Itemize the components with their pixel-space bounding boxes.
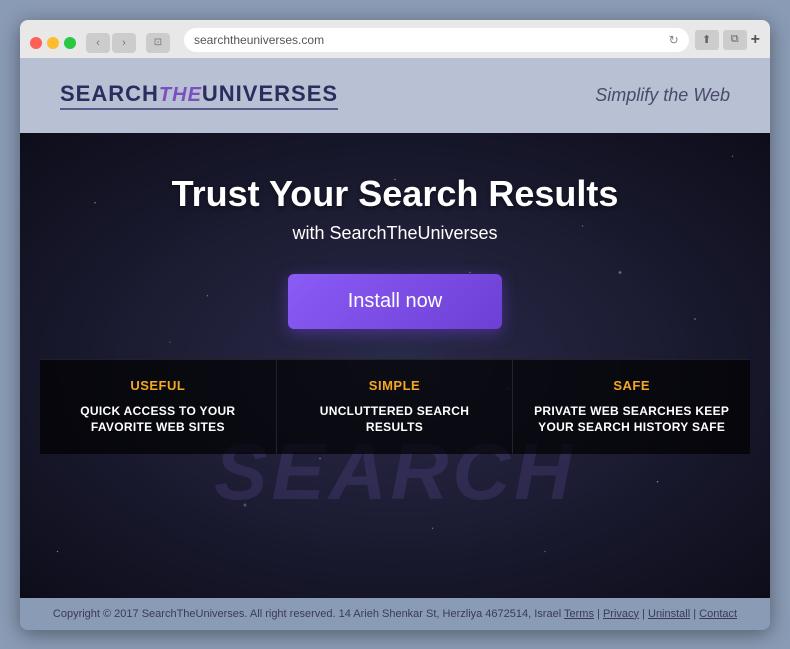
hero-subtitle: with SearchTheUniverses [292, 223, 497, 244]
feature-useful-label: USEFUL [60, 378, 256, 393]
feature-simple-label: SIMPLE [297, 378, 493, 393]
footer-terms[interactable]: Terms [564, 608, 594, 620]
back-button[interactable]: ‹ [86, 33, 110, 53]
feature-simple: SIMPLE UNCLUTTERED SEARCH RESULTS [277, 360, 514, 455]
site-footer: Copyright © 2017 SearchTheUniverses. All… [20, 598, 770, 630]
feature-safe-label: SAFE [533, 378, 730, 393]
logo-text: SEARCHtheUNIVERSES [60, 81, 338, 106]
page-content: SEARCHtheUNIVERSES Simplify the Web SEAR… [20, 58, 770, 630]
footer-privacy[interactable]: Privacy [603, 608, 639, 620]
logo: SEARCHtheUNIVERSES [60, 81, 338, 110]
refresh-icon[interactable]: ↻ [669, 33, 679, 47]
nav-buttons: ‹ › [86, 33, 136, 53]
install-button[interactable]: Install now [288, 274, 503, 329]
logo-the: the [159, 84, 202, 106]
footer-uninstall[interactable]: Uninstall [648, 608, 690, 620]
logo-area: SEARCHtheUNIVERSES [60, 81, 338, 110]
feature-safe: SAFE PRIVATE WEB SEARCHES KEEP YOUR SEAR… [513, 360, 750, 455]
logo-search: SEARCH [60, 81, 159, 106]
browser-titlebar: ‹ › ⊡ searchtheuniverses.com ↻ ⬆ ⧉ + [30, 28, 760, 58]
hero-title: Trust Your Search Results [172, 173, 619, 215]
duplicate-button[interactable]: ⧉ [723, 30, 747, 50]
close-button[interactable] [30, 37, 42, 49]
tab-button[interactable]: ⊡ [146, 33, 170, 53]
tagline: Simplify the Web [595, 85, 730, 106]
footer-contact[interactable]: Contact [699, 608, 737, 620]
feature-useful: USEFUL QUICK ACCESS TO YOUR FAVORITE WEB… [40, 360, 277, 455]
footer-copyright: Copyright © 2017 SearchTheUniverses. All… [53, 608, 561, 620]
traffic-lights [30, 37, 76, 49]
browser-chrome: ‹ › ⊡ searchtheuniverses.com ↻ ⬆ ⧉ + [20, 20, 770, 58]
features-section: USEFUL QUICK ACCESS TO YOUR FAVORITE WEB… [40, 359, 750, 455]
share-button[interactable]: ⬆ [695, 30, 719, 50]
hero-section: SEARCH Trust Your Search Results with Se… [20, 133, 770, 598]
logo-universes: UNIVERSES [202, 81, 338, 106]
forward-button[interactable]: › [112, 33, 136, 53]
address-text: searchtheuniverses.com [194, 33, 324, 47]
new-tab-button[interactable]: + [751, 31, 760, 49]
minimize-button[interactable] [47, 37, 59, 49]
feature-simple-desc: UNCLUTTERED SEARCH RESULTS [297, 403, 493, 437]
feature-safe-desc: PRIVATE WEB SEARCHES KEEP YOUR SEARCH HI… [533, 403, 730, 437]
maximize-button[interactable] [64, 37, 76, 49]
feature-useful-desc: QUICK ACCESS TO YOUR FAVORITE WEB SITES [60, 403, 256, 437]
site-header: SEARCHtheUNIVERSES Simplify the Web [20, 58, 770, 133]
browser-window: ‹ › ⊡ searchtheuniverses.com ↻ ⬆ ⧉ + [20, 20, 770, 630]
address-bar[interactable]: searchtheuniverses.com ↻ [184, 28, 689, 52]
toolbar-right: ⬆ ⧉ + [695, 30, 760, 50]
